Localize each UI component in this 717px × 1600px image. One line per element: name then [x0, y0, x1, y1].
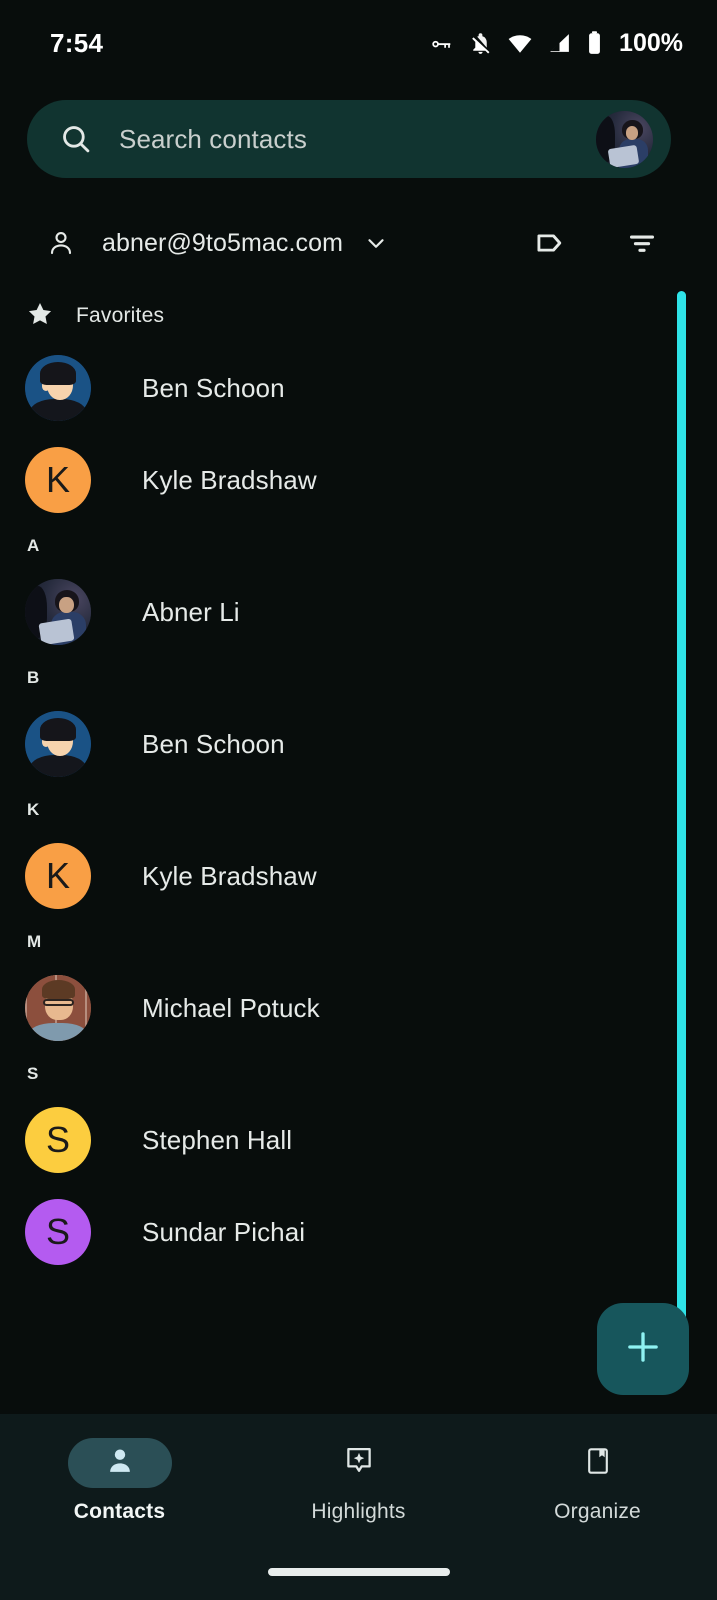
notifications-off-icon: [468, 31, 493, 56]
contact-name: Kyle Bradshaw: [142, 860, 317, 891]
contact-name: Ben Schoon: [142, 728, 285, 759]
gesture-home-indicator[interactable]: [267, 1568, 450, 1576]
wifi-icon: [507, 30, 533, 56]
star-icon: [26, 300, 54, 333]
avatar-initial: S: [45, 1211, 70, 1252]
bookmark-page-icon: [582, 1445, 614, 1482]
nav-label-contacts: Contacts: [73, 1500, 166, 1523]
account-row: abner@9to5mac.com: [0, 212, 717, 274]
contact-name: Abner Li: [142, 596, 240, 627]
list-item[interactable]: Michael Potuck: [0, 962, 717, 1054]
filter-icon[interactable]: [619, 220, 665, 266]
avatar: S: [25, 1107, 91, 1173]
avatar: [25, 579, 91, 645]
list-item[interactable]: K Kyle Bradshaw: [0, 434, 717, 526]
contact-name: Kyle Bradshaw: [142, 464, 317, 495]
account-email: abner@9to5mac.com: [102, 228, 344, 257]
list-item[interactable]: K Kyle Bradshaw: [0, 830, 717, 922]
section-header: K: [27, 800, 40, 819]
plus-icon: [622, 1326, 664, 1373]
status-time: 7:54: [50, 27, 104, 58]
avatar-initial: S: [45, 1119, 70, 1160]
avatar: K: [25, 843, 91, 909]
list-item[interactable]: S Stephen Hall: [0, 1094, 717, 1186]
search-input[interactable]: Search contacts: [119, 124, 596, 155]
chevron-down-icon[interactable]: [363, 230, 389, 256]
search-icon: [59, 122, 93, 156]
nav-label-organize: Organize: [554, 1500, 641, 1523]
avatar-initial: K: [45, 855, 70, 896]
battery-percent: 100%: [619, 28, 683, 57]
contact-name: Michael Potuck: [142, 992, 320, 1023]
favorites-header: Favorites: [0, 290, 717, 342]
cell-signal-icon: [547, 31, 572, 56]
list-item[interactable]: Abner Li: [0, 566, 717, 658]
account-selector[interactable]: abner@9to5mac.com: [46, 228, 527, 258]
nav-label-highlights: Highlights: [311, 1500, 406, 1523]
section-header: M: [27, 932, 42, 951]
nav-active-pill: [67, 1438, 172, 1488]
contact-name: Ben Schoon: [142, 372, 285, 403]
nav-pill: [546, 1438, 650, 1488]
contacts-app-screen: 7:54 100% Search contacts abner@9to5mac.…: [0, 0, 717, 1600]
key-icon: [428, 30, 454, 56]
contact-name: Sundar Pichai: [142, 1216, 306, 1247]
battery-icon: [586, 30, 603, 56]
search-bar[interactable]: Search contacts: [27, 100, 671, 178]
section-header: A: [27, 536, 40, 555]
sparkle-pin-icon: [342, 1444, 376, 1483]
avatar: S: [25, 1199, 91, 1265]
list-item[interactable]: Ben Schoon: [0, 342, 717, 434]
person-icon: [46, 228, 76, 258]
avatar: [25, 355, 91, 421]
list-item[interactable]: S Sundar Pichai: [0, 1186, 717, 1278]
contact-name: Stephen Hall: [142, 1124, 293, 1155]
avatar: [25, 975, 91, 1041]
scrollbar-thumb[interactable]: [677, 291, 686, 1363]
person-filled-icon: [104, 1445, 136, 1482]
favorites-label: Favorites: [76, 304, 165, 327]
nav-item-organize[interactable]: Organize: [478, 1438, 717, 1524]
avatar: K: [25, 447, 91, 513]
section-header: S: [27, 1064, 39, 1083]
nav-pill: [307, 1438, 411, 1488]
list-item[interactable]: Ben Schoon: [0, 698, 717, 790]
label-tag-icon[interactable]: [527, 220, 573, 266]
status-bar: 7:54 100%: [0, 0, 717, 86]
avatar: [25, 711, 91, 777]
section-header: B: [27, 668, 40, 687]
account-avatar[interactable]: [596, 110, 653, 168]
contacts-list[interactable]: Favorites Ben Schoon K Kyle Bradshaw A A…: [0, 290, 717, 1414]
add-contact-fab[interactable]: [597, 1303, 689, 1395]
nav-item-highlights[interactable]: Highlights: [239, 1438, 478, 1524]
avatar-initial: K: [45, 459, 70, 500]
nav-item-contacts[interactable]: Contacts: [0, 1438, 239, 1524]
status-icons-group: 100%: [428, 29, 683, 58]
account-actions: [527, 220, 693, 266]
